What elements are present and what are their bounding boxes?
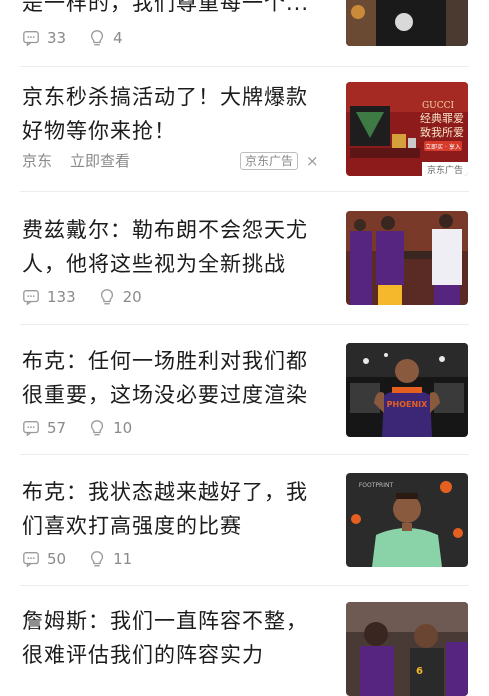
news-title: 詹姆斯：我们一直阵容不整，很难评估我们的阵容实力 xyxy=(22,609,308,667)
news-thumbnail: PHOENIX xyxy=(346,343,468,437)
news-item[interactable]: 布克：任何一场胜利对我们都很重要，这场没必要过度渲染 57 10 PHOENIX xyxy=(0,324,489,454)
ad-title: 京东秒杀搞活动了！大牌爆款好物等你来抢！ xyxy=(22,85,308,143)
like-count: 20 xyxy=(122,288,142,306)
ad-badge: 京东广告 xyxy=(240,151,299,170)
news-meta: 133 20 xyxy=(22,288,164,306)
news-title: 费兹戴尔：勒布朗不会怨天尤人，他将这些视为全新挑战 xyxy=(22,218,308,276)
news-item[interactable]: 布克：我状态越来越好了，我们喜欢打高强度的比赛 50 11 FOOTPRINT xyxy=(0,454,489,585)
ad-thumb-brand: GUCCI xyxy=(422,101,455,111)
svg-text:6: 6 xyxy=(416,666,423,677)
sponsor-text: FOOTPRINT xyxy=(359,482,394,489)
ad-source: 京东 xyxy=(22,152,53,170)
news-item[interactable]: 詹姆斯：我们一直阵容不整，很难评估我们的阵容实力 6 xyxy=(0,585,489,696)
jersey-text: PHOENIX xyxy=(387,400,428,409)
ad-thumb-line1: 经典罪爱 xyxy=(420,111,464,125)
comment-count: 133 xyxy=(47,288,76,306)
comment-count: 50 xyxy=(47,550,67,568)
comment-icon xyxy=(23,552,39,568)
ad-cta-link[interactable]: 立即查看 xyxy=(70,150,130,171)
comment-icon xyxy=(23,421,39,437)
news-meta: 33 4 xyxy=(22,29,145,47)
news-item[interactable]: 费兹戴尔：勒布朗不会怨天尤人，他将这些视为全新挑战 133 20 xyxy=(0,191,489,324)
news-meta: 50 11 xyxy=(22,550,154,568)
like-count: 4 xyxy=(113,29,123,47)
news-meta: 57 10 xyxy=(22,419,154,437)
news-thumbnail xyxy=(346,211,468,305)
like-icon xyxy=(100,289,113,305)
like-count: 11 xyxy=(113,550,133,568)
news-title: 是一样的，我们尊重每一个... xyxy=(22,0,310,15)
ad-thumb-tag: 京东广告 xyxy=(427,164,463,176)
comment-icon xyxy=(23,290,39,306)
news-thumbnail: 6 xyxy=(346,602,468,696)
like-icon xyxy=(91,551,104,567)
ad-item[interactable]: 京东秒杀搞活动了！大牌爆款好物等你来抢！ 京东 立即查看 京东广告 × GUCC… xyxy=(0,66,489,191)
comment-count: 33 xyxy=(47,29,67,47)
like-icon xyxy=(91,420,104,436)
like-icon xyxy=(91,30,104,46)
ad-thumb-button: 立即买 · 享入 xyxy=(425,143,461,151)
news-title: 布克：任何一场胜利对我们都很重要，这场没必要过度渲染 xyxy=(22,349,308,407)
comment-icon xyxy=(23,31,39,47)
like-count: 10 xyxy=(113,419,133,437)
ad-meta: 京东 立即查看 京东广告 × xyxy=(22,150,319,171)
ad-thumbnail[interactable]: GUCCI 经典罪爱 致我所爱 立即买 · 享入 京东广告 xyxy=(346,82,468,176)
close-icon[interactable]: × xyxy=(306,152,319,170)
news-thumbnail: FOOTPRINT xyxy=(346,473,468,567)
news-item[interactable]: 是一样的，我们尊重每一个... 33 4 xyxy=(0,0,489,66)
ad-thumb-line2: 致我所爱 xyxy=(420,125,464,139)
news-thumbnail xyxy=(346,0,468,46)
news-title: 布克：我状态越来越好了，我们喜欢打高强度的比赛 xyxy=(22,480,308,538)
comment-count: 57 xyxy=(47,419,67,437)
